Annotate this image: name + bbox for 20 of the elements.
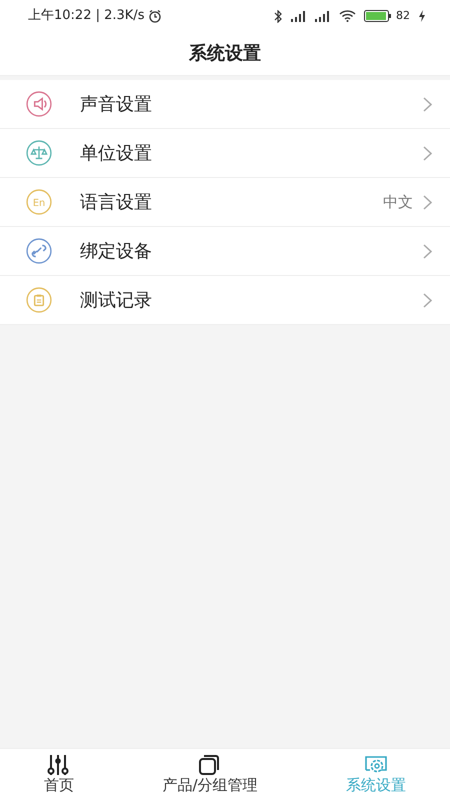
chevron-right-icon[interactable] xyxy=(423,292,432,308)
battery-icon xyxy=(364,10,392,22)
bluetooth-icon xyxy=(274,10,283,22)
signal-icon xyxy=(291,10,307,22)
nav-tab[interactable]: 产品/分组管理 xyxy=(162,749,258,800)
chevron-right-icon[interactable] xyxy=(423,194,432,210)
chevron-right-icon[interactable] xyxy=(423,244,432,258)
alarm-icon xyxy=(148,9,162,23)
language-icon: En xyxy=(26,189,52,215)
setting-value: 中文 xyxy=(383,192,413,213)
charging-icon xyxy=(418,10,426,22)
wifi-icon xyxy=(339,10,356,22)
battery-level: 82 xyxy=(396,8,410,24)
page-title: 系统设置 xyxy=(189,42,261,66)
setting-label[interactable]: 语言设置 xyxy=(80,188,383,216)
status-time: 上午10:22 | 2.3K/s xyxy=(28,7,144,26)
chevron-right-icon[interactable] xyxy=(423,146,432,160)
chevron-right-icon[interactable] xyxy=(423,96,432,112)
signal-icon xyxy=(315,10,331,22)
nav-tab[interactable]: 首页 xyxy=(44,749,74,800)
